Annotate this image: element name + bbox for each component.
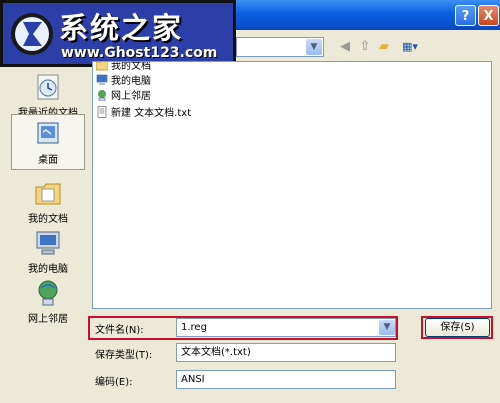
- file-name: 我的电脑: [111, 76, 151, 87]
- place-desktop[interactable]: 桌面: [11, 114, 85, 170]
- place-label: 我的文档: [28, 214, 68, 225]
- recent-documents-icon: [37, 74, 59, 100]
- text-file-icon: [97, 106, 107, 118]
- views-menu-icon[interactable]: ▦▾: [398, 38, 422, 56]
- chevron-down-icon[interactable]: ▼: [306, 39, 322, 55]
- place-label: 网上邻居: [28, 314, 68, 325]
- save-button[interactable]: 保存(S): [425, 318, 490, 337]
- place-network-places[interactable]: 网上邻居: [11, 274, 85, 336]
- logo-mark-icon: [11, 13, 53, 55]
- filetype-select[interactable]: 文本文档(*.txt): [176, 343, 396, 362]
- close-button[interactable]: X: [478, 5, 499, 26]
- my-documents-icon: [35, 183, 61, 205]
- network-places-icon: [38, 280, 58, 306]
- filename-field[interactable]: 1.reg: [176, 318, 396, 337]
- encoding-label: 编码(E):: [95, 377, 133, 388]
- place-label: 桌面: [38, 155, 58, 166]
- filetype-label: 保存类型(T):: [95, 350, 153, 361]
- file-list[interactable]: 我的文档 我的电脑 网上邻居 新建 文本文档.txt: [92, 61, 492, 309]
- logo-title: 系统之家: [59, 11, 184, 45]
- chevron-down-icon[interactable]: ▼: [379, 320, 395, 335]
- list-item[interactable]: 我的文档: [96, 61, 151, 73]
- desktop-icon: [37, 122, 59, 144]
- file-name: 新建 文本文档.txt: [111, 108, 192, 119]
- up-folder-icon[interactable]: ⇧: [356, 38, 374, 56]
- list-item[interactable]: 网上邻居: [96, 89, 151, 103]
- my-computer-icon: [36, 231, 60, 255]
- list-item[interactable]: 新建 文本文档.txt: [96, 106, 191, 120]
- new-folder-icon[interactable]: ▰: [375, 38, 393, 56]
- list-item[interactable]: 我的电脑: [96, 74, 151, 88]
- file-name: 我的文档: [111, 61, 151, 72]
- place-label: 我的电脑: [28, 264, 68, 275]
- network-icon: [98, 90, 106, 101]
- computer-icon: [96, 74, 108, 85]
- back-arrow-icon[interactable]: ◀: [336, 38, 354, 56]
- save-as-dialog: ? X 系统之家 www.Ghost123.com ▼ ◀ ⇧ ▰ ▦▾ 我最近…: [0, 0, 500, 403]
- encoding-select[interactable]: ANSI: [176, 370, 396, 389]
- filename-label: 文件名(N):: [95, 325, 144, 336]
- help-button[interactable]: ?: [455, 5, 476, 26]
- watermark-logo: 系统之家 www.Ghost123.com: [0, 0, 236, 67]
- file-name: 网上邻居: [111, 91, 151, 102]
- folder-icon: [96, 62, 108, 71]
- places-bar: 我最近的文档 桌面 我的文档 我的电脑: [11, 62, 85, 325]
- logo-url: www.Ghost123.com: [61, 45, 218, 61]
- look-in-dropdown[interactable]: ▼: [236, 37, 324, 57]
